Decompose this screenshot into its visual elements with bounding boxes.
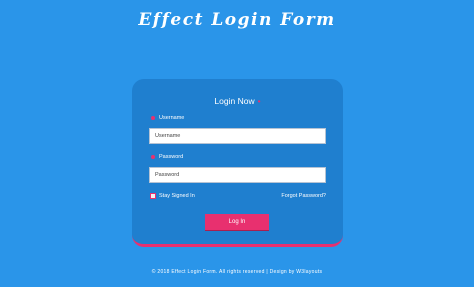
card-title: Login Now • bbox=[132, 96, 343, 106]
stay-signed-in-checkbox[interactable] bbox=[150, 193, 156, 199]
username-label: Username bbox=[151, 115, 184, 121]
footer-text: © 2018 Effect Login Form. All rights res… bbox=[151, 269, 323, 275]
stay-signed-in[interactable]: Stay Signed In bbox=[150, 193, 195, 199]
bullet-icon bbox=[151, 116, 155, 120]
bullet-icon bbox=[151, 155, 155, 159]
password-label-text: Password bbox=[159, 154, 184, 160]
login-card: Login Now• Username Password Stay Signed… bbox=[132, 79, 343, 247]
password-input[interactable] bbox=[149, 167, 326, 183]
stay-signed-in-label: Stay Signed In bbox=[159, 193, 195, 199]
login-button[interactable]: Log In bbox=[205, 214, 269, 230]
card-title-text: Login Now bbox=[214, 96, 255, 106]
forgot-password-link[interactable]: Forgot Password? bbox=[281, 193, 326, 199]
password-label: Password bbox=[151, 154, 183, 160]
username-input[interactable] bbox=[149, 128, 326, 144]
username-label-text: Username bbox=[159, 115, 185, 121]
title-bullet-icon: • bbox=[257, 96, 261, 106]
page-title: Effect Login Form bbox=[138, 10, 336, 30]
